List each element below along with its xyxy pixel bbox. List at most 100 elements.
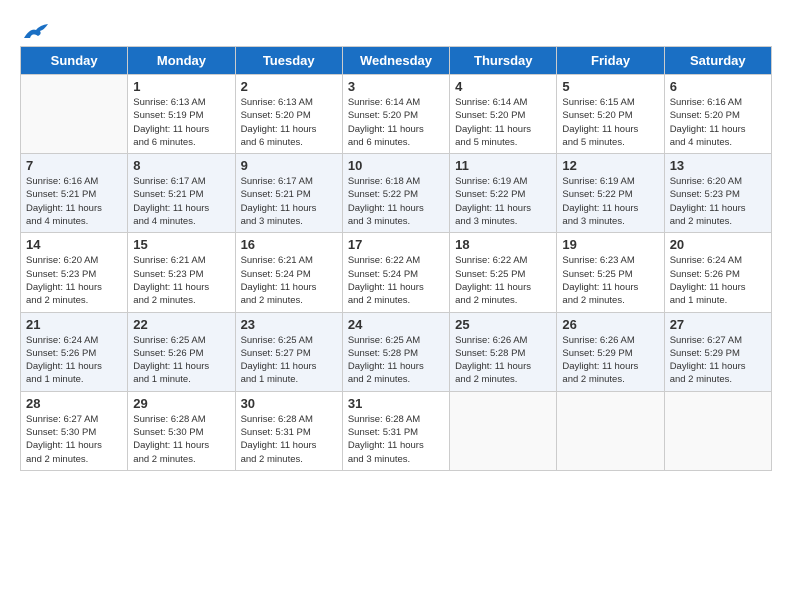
logo (20, 20, 50, 36)
day-number: 8 (133, 158, 229, 173)
day-number: 26 (562, 317, 658, 332)
calendar-cell: 14 Sunrise: 6:20 AM Sunset: 5:23 PM Dayli… (21, 233, 128, 312)
day-info: Sunrise: 6:21 AM Sunset: 5:23 PM Dayligh… (133, 254, 229, 307)
calendar-cell: 28 Sunrise: 6:27 AM Sunset: 5:30 PM Dayli… (21, 391, 128, 470)
day-number: 30 (241, 396, 337, 411)
day-number: 4 (455, 79, 551, 94)
day-info: Sunrise: 6:18 AM Sunset: 5:22 PM Dayligh… (348, 175, 444, 228)
day-of-week-header: Wednesday (342, 47, 449, 75)
day-number: 14 (26, 237, 122, 252)
calendar-cell: 2 Sunrise: 6:13 AM Sunset: 5:20 PM Daylig… (235, 75, 342, 154)
calendar-cell: 21 Sunrise: 6:24 AM Sunset: 5:26 PM Dayli… (21, 312, 128, 391)
calendar-cell: 10 Sunrise: 6:18 AM Sunset: 5:22 PM Dayli… (342, 154, 449, 233)
day-info: Sunrise: 6:13 AM Sunset: 5:20 PM Dayligh… (241, 96, 337, 149)
day-info: Sunrise: 6:22 AM Sunset: 5:24 PM Dayligh… (348, 254, 444, 307)
day-info: Sunrise: 6:25 AM Sunset: 5:28 PM Dayligh… (348, 334, 444, 387)
day-number: 27 (670, 317, 766, 332)
day-number: 12 (562, 158, 658, 173)
day-info: Sunrise: 6:24 AM Sunset: 5:26 PM Dayligh… (670, 254, 766, 307)
calendar-cell: 24 Sunrise: 6:25 AM Sunset: 5:28 PM Dayli… (342, 312, 449, 391)
day-info: Sunrise: 6:14 AM Sunset: 5:20 PM Dayligh… (348, 96, 444, 149)
day-info: Sunrise: 6:20 AM Sunset: 5:23 PM Dayligh… (26, 254, 122, 307)
day-number: 13 (670, 158, 766, 173)
day-number: 10 (348, 158, 444, 173)
day-info: Sunrise: 6:17 AM Sunset: 5:21 PM Dayligh… (133, 175, 229, 228)
calendar-week-row: 1Sunrise: 6:13 AM Sunset: 5:19 PM Daylig… (21, 75, 772, 154)
calendar-cell (557, 391, 664, 470)
calendar-cell (450, 391, 557, 470)
day-number: 3 (348, 79, 444, 94)
day-info: Sunrise: 6:20 AM Sunset: 5:23 PM Dayligh… (670, 175, 766, 228)
day-of-week-header: Monday (128, 47, 235, 75)
day-number: 23 (241, 317, 337, 332)
calendar-table: SundayMondayTuesdayWednesdayThursdayFrid… (20, 46, 772, 471)
calendar-cell: 29 Sunrise: 6:28 AM Sunset: 5:30 PM Dayli… (128, 391, 235, 470)
calendar-cell: 9 Sunrise: 6:17 AM Sunset: 5:21 PM Daylig… (235, 154, 342, 233)
day-info: Sunrise: 6:23 AM Sunset: 5:25 PM Dayligh… (562, 254, 658, 307)
day-of-week-header: Friday (557, 47, 664, 75)
day-info: Sunrise: 6:24 AM Sunset: 5:26 PM Dayligh… (26, 334, 122, 387)
calendar-cell: 6 Sunrise: 6:16 AM Sunset: 5:20 PM Daylig… (664, 75, 771, 154)
day-number: 9 (241, 158, 337, 173)
day-number: 16 (241, 237, 337, 252)
calendar-week-row: 14 Sunrise: 6:20 AM Sunset: 5:23 PM Dayli… (21, 233, 772, 312)
day-number: 7 (26, 158, 122, 173)
day-info: Sunrise: 6:15 AM Sunset: 5:20 PM Dayligh… (562, 96, 658, 149)
calendar-cell: 1Sunrise: 6:13 AM Sunset: 5:19 PM Daylig… (128, 75, 235, 154)
day-info: Sunrise: 6:16 AM Sunset: 5:21 PM Dayligh… (26, 175, 122, 228)
day-info: Sunrise: 6:27 AM Sunset: 5:30 PM Dayligh… (26, 413, 122, 466)
calendar-cell: 18Sunrise: 6:22 AM Sunset: 5:25 PM Dayli… (450, 233, 557, 312)
day-of-week-header: Thursday (450, 47, 557, 75)
calendar-cell: 22 Sunrise: 6:25 AM Sunset: 5:26 PM Dayli… (128, 312, 235, 391)
calendar-cell: 19 Sunrise: 6:23 AM Sunset: 5:25 PM Dayli… (557, 233, 664, 312)
calendar-week-row: 21 Sunrise: 6:24 AM Sunset: 5:26 PM Dayli… (21, 312, 772, 391)
day-number: 2 (241, 79, 337, 94)
day-number: 29 (133, 396, 229, 411)
calendar-cell: 27 Sunrise: 6:27 AM Sunset: 5:29 PM Dayli… (664, 312, 771, 391)
day-number: 15 (133, 237, 229, 252)
calendar-cell: 26 Sunrise: 6:26 AM Sunset: 5:29 PM Dayli… (557, 312, 664, 391)
day-info: Sunrise: 6:25 AM Sunset: 5:27 PM Dayligh… (241, 334, 337, 387)
calendar-cell: 17Sunrise: 6:22 AM Sunset: 5:24 PM Dayli… (342, 233, 449, 312)
day-number: 22 (133, 317, 229, 332)
calendar-cell: 8 Sunrise: 6:17 AM Sunset: 5:21 PM Daylig… (128, 154, 235, 233)
calendar-cell: 20 Sunrise: 6:24 AM Sunset: 5:26 PM Dayli… (664, 233, 771, 312)
day-info: Sunrise: 6:27 AM Sunset: 5:29 PM Dayligh… (670, 334, 766, 387)
day-info: Sunrise: 6:19 AM Sunset: 5:22 PM Dayligh… (562, 175, 658, 228)
day-number: 5 (562, 79, 658, 94)
calendar-cell: 11Sunrise: 6:19 AM Sunset: 5:22 PM Dayli… (450, 154, 557, 233)
day-info: Sunrise: 6:25 AM Sunset: 5:26 PM Dayligh… (133, 334, 229, 387)
logo-bird-icon (22, 20, 50, 42)
calendar-header-row: SundayMondayTuesdayWednesdayThursdayFrid… (21, 47, 772, 75)
day-number: 20 (670, 237, 766, 252)
calendar-cell: 23 Sunrise: 6:25 AM Sunset: 5:27 PM Dayli… (235, 312, 342, 391)
page-header (20, 20, 772, 36)
day-number: 19 (562, 237, 658, 252)
day-info: Sunrise: 6:16 AM Sunset: 5:20 PM Dayligh… (670, 96, 766, 149)
day-number: 24 (348, 317, 444, 332)
calendar-cell: 4 Sunrise: 6:14 AM Sunset: 5:20 PM Daylig… (450, 75, 557, 154)
day-number: 6 (670, 79, 766, 94)
day-info: Sunrise: 6:17 AM Sunset: 5:21 PM Dayligh… (241, 175, 337, 228)
day-info: Sunrise: 6:21 AM Sunset: 5:24 PM Dayligh… (241, 254, 337, 307)
calendar-cell: 15 Sunrise: 6:21 AM Sunset: 5:23 PM Dayli… (128, 233, 235, 312)
day-info: Sunrise: 6:28 AM Sunset: 5:30 PM Dayligh… (133, 413, 229, 466)
day-number: 25 (455, 317, 551, 332)
day-info: Sunrise: 6:14 AM Sunset: 5:20 PM Dayligh… (455, 96, 551, 149)
calendar-cell: 5 Sunrise: 6:15 AM Sunset: 5:20 PM Daylig… (557, 75, 664, 154)
calendar-cell: 30 Sunrise: 6:28 AM Sunset: 5:31 PM Dayli… (235, 391, 342, 470)
day-info: Sunrise: 6:26 AM Sunset: 5:29 PM Dayligh… (562, 334, 658, 387)
day-number: 28 (26, 396, 122, 411)
calendar-cell (21, 75, 128, 154)
day-of-week-header: Saturday (664, 47, 771, 75)
calendar-cell: 16 Sunrise: 6:21 AM Sunset: 5:24 PM Dayli… (235, 233, 342, 312)
day-number: 31 (348, 396, 444, 411)
day-of-week-header: Sunday (21, 47, 128, 75)
calendar-cell: 25 Sunrise: 6:26 AM Sunset: 5:28 PM Dayli… (450, 312, 557, 391)
day-number: 21 (26, 317, 122, 332)
day-info: Sunrise: 6:26 AM Sunset: 5:28 PM Dayligh… (455, 334, 551, 387)
calendar-cell: 3 Sunrise: 6:14 AM Sunset: 5:20 PM Daylig… (342, 75, 449, 154)
day-number: 11 (455, 158, 551, 173)
day-info: Sunrise: 6:28 AM Sunset: 5:31 PM Dayligh… (241, 413, 337, 466)
day-info: Sunrise: 6:22 AM Sunset: 5:25 PM Dayligh… (455, 254, 551, 307)
